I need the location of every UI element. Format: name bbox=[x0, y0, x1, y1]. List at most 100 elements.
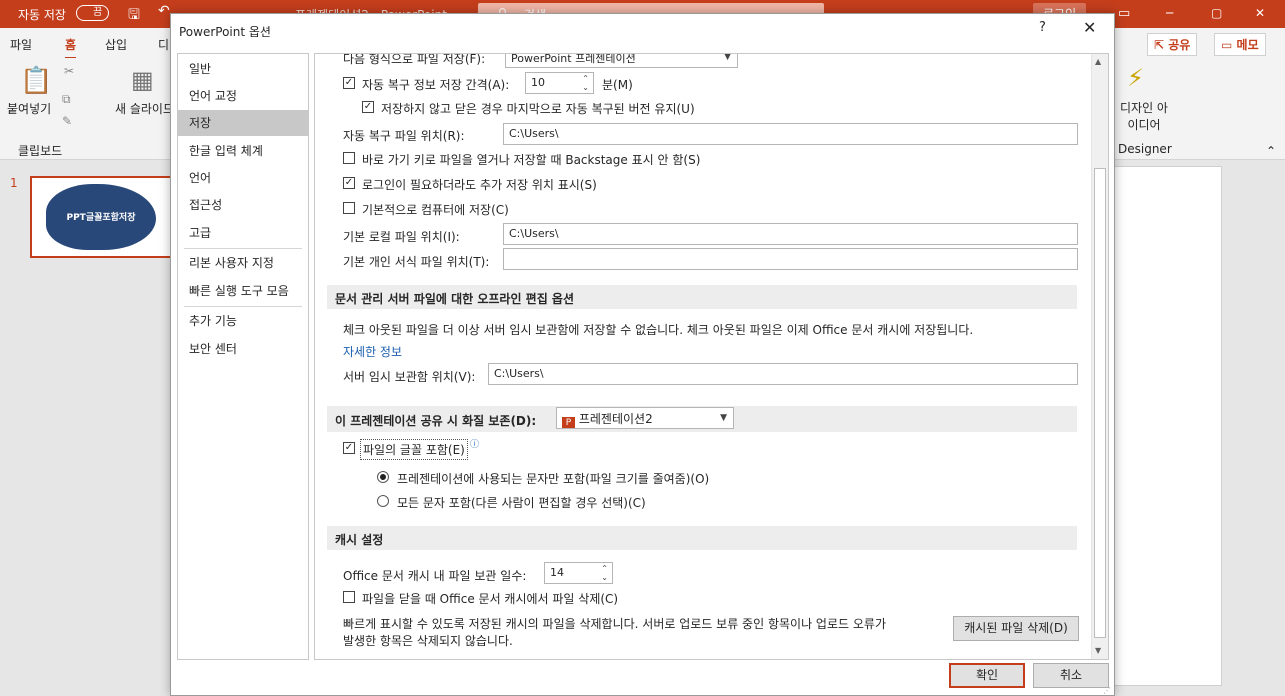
nav-proofing[interactable]: 언어 교정 bbox=[178, 83, 308, 109]
options-scrollbar[interactable]: ▲ ▼ bbox=[1091, 54, 1108, 659]
slide-thumbnail[interactable]: PPT글꼴포함저장 bbox=[30, 176, 172, 258]
nav-general[interactable]: 일반 bbox=[178, 56, 308, 82]
help-button[interactable]: ? bbox=[1039, 20, 1046, 35]
offline-description: 체크 아웃된 파일을 더 이상 서버 임시 보관함에 저장할 수 없습니다. 체… bbox=[343, 323, 974, 337]
undo-icon[interactable]: ↶ bbox=[158, 3, 170, 19]
powerpoint-file-icon: P bbox=[562, 417, 575, 428]
save-format-value: PowerPoint 프레젠테이션 bbox=[511, 53, 636, 65]
options-dialog: PowerPoint 옵션 ? ✕ 일반 언어 교정 저장 한글 입력 체계 언… bbox=[170, 13, 1115, 696]
share-label: 공유 bbox=[1168, 38, 1191, 52]
tab-design[interactable]: 디 bbox=[158, 36, 169, 53]
save-icon[interactable]: 🖫 bbox=[128, 4, 140, 28]
template-location-label: 기본 개인 서식 파일 위치(T): bbox=[343, 255, 490, 269]
new-slide-icon[interactable]: ▦ bbox=[131, 66, 154, 94]
delete-on-close-label: 파일을 닫을 때 Office 문서 캐시에서 파일 삭제(C) bbox=[362, 592, 619, 606]
delete-on-close-checkbox[interactable] bbox=[343, 591, 355, 603]
maximize-icon[interactable]: ▢ bbox=[1211, 6, 1222, 20]
info-icon[interactable]: ⓘ bbox=[470, 437, 479, 450]
cache-days-input[interactable]: 14 ⌃ ⌄ bbox=[544, 562, 613, 584]
template-location-input[interactable] bbox=[503, 248, 1078, 270]
presentation-select[interactable]: P 프레젠테이션2 ▼ bbox=[556, 407, 734, 429]
ribbon-display-icon[interactable]: ▭ bbox=[1118, 6, 1130, 21]
more-info-link[interactable]: 자세한 정보 bbox=[343, 343, 402, 360]
scroll-down-icon[interactable]: ▼ bbox=[1095, 646, 1101, 655]
minutes-label: 분(M) bbox=[602, 78, 633, 92]
comment-icon: ▭ bbox=[1221, 38, 1233, 52]
memo-button[interactable]: ▭ 메모 bbox=[1214, 33, 1266, 56]
close-icon[interactable]: ✕ bbox=[1083, 18, 1096, 37]
keep-last-checkbox[interactable]: ✓ bbox=[362, 101, 374, 113]
nav-language[interactable]: 언어 bbox=[178, 165, 308, 191]
memo-label: 메모 bbox=[1236, 38, 1259, 52]
show-additional-checkbox[interactable]: ✓ bbox=[343, 177, 355, 189]
cache-section-header: 캐시 설정 bbox=[327, 526, 1077, 550]
tab-insert[interactable]: 삽입 bbox=[105, 36, 127, 53]
minimize-icon[interactable]: ─ bbox=[1166, 6, 1173, 20]
copy-icon[interactable]: ⧉ bbox=[62, 92, 71, 107]
nav-customize-ribbon[interactable]: 리본 사용자 지정 bbox=[178, 250, 308, 276]
share-button[interactable]: ⇱ 공유 bbox=[1147, 33, 1198, 56]
cut-icon[interactable]: ✂ bbox=[64, 64, 74, 78]
embed-used-chars-radio[interactable] bbox=[377, 471, 389, 483]
slide-blob-shape: PPT글꼴포함저장 bbox=[46, 184, 156, 250]
fidelity-section-header: 이 프레젠테이션 공유 시 화질 보존(D): bbox=[335, 414, 537, 428]
autorecover-minutes-input[interactable]: 10 ⌃ ⌄ bbox=[525, 72, 594, 94]
nav-save[interactable]: 저장 bbox=[178, 110, 308, 136]
presentation-select-value: 프레젠테이션2 bbox=[578, 412, 653, 426]
autosave-toggle[interactable]: 끔 bbox=[76, 5, 110, 21]
resize-grip-icon[interactable]: ⋰ bbox=[1103, 686, 1111, 695]
scrollbar-thumb[interactable] bbox=[1094, 168, 1106, 638]
scroll-up-icon[interactable]: ▲ bbox=[1095, 57, 1101, 66]
chevron-down-icon: ▼ bbox=[720, 413, 727, 423]
spinner-icon[interactable]: ⌃ ⌄ bbox=[601, 564, 608, 582]
embed-used-chars-label: 프레젠테이션에 사용되는 문자만 포함(파일 크기를 줄여줌)(O) bbox=[397, 472, 710, 486]
nav-quick-access[interactable]: 빠른 실행 도구 모음 bbox=[178, 278, 308, 304]
tab-home[interactable]: 홈 bbox=[65, 36, 77, 59]
clipboard-group-label: 클립보드 bbox=[18, 144, 63, 158]
share-icon: ⇱ bbox=[1154, 38, 1165, 52]
nav-hangul-input[interactable]: 한글 입력 체계 bbox=[178, 138, 308, 164]
paste-label[interactable]: 붙여넣기 bbox=[7, 100, 51, 117]
chevron-down-icon: ▼ bbox=[724, 53, 731, 62]
save-format-label: 다음 형식으로 파일 저장(F): bbox=[343, 53, 486, 66]
slide-text: PPT글꼴포함저장 bbox=[66, 213, 136, 223]
format-painter-icon[interactable]: ✎ bbox=[62, 114, 72, 128]
nav-divider bbox=[184, 306, 302, 307]
save-format-select[interactable]: PowerPoint 프레젠테이션 ▼ bbox=[505, 53, 738, 68]
spinner-icon[interactable]: ⌃ ⌄ bbox=[582, 74, 589, 92]
collapse-ribbon-icon[interactable]: ⌃ bbox=[1266, 144, 1276, 158]
embed-all-chars-radio[interactable] bbox=[377, 495, 389, 507]
cache-description-line1: 빠르게 표시할 수 있도록 저장된 캐시의 파일을 삭제합니다. 서버로 업로드… bbox=[343, 617, 886, 631]
window-close-icon[interactable]: ✕ bbox=[1255, 6, 1265, 20]
save-to-computer-checkbox[interactable] bbox=[343, 202, 355, 214]
embed-fonts-checkbox[interactable]: ✓ bbox=[343, 442, 355, 454]
delete-cached-files-button[interactable]: 캐시된 파일 삭제(D) bbox=[953, 616, 1079, 641]
cache-days-label: Office 문서 캐시 내 파일 보관 일수: bbox=[343, 569, 527, 583]
autorecover-checkbox[interactable]: ✓ bbox=[343, 77, 355, 89]
tab-file[interactable]: 파일 bbox=[10, 36, 32, 53]
nav-advanced[interactable]: 고급 bbox=[178, 220, 308, 246]
autorecover-location-input[interactable]: C:\Users\ bbox=[503, 123, 1078, 145]
drafts-location-input[interactable]: C:\Users\ bbox=[488, 363, 1078, 385]
nav-trust-center[interactable]: 보안 센터 bbox=[178, 336, 308, 362]
cancel-button[interactable]: 취소 bbox=[1033, 663, 1109, 688]
autorecover-location-label: 자동 복구 파일 위치(R): bbox=[343, 129, 465, 143]
paste-icon[interactable]: 📋 bbox=[20, 66, 52, 96]
ok-button[interactable]: 확인 bbox=[949, 663, 1025, 688]
autosave-label: 자동 저장 bbox=[18, 8, 66, 22]
show-additional-label: 로그인이 필요하더라도 추가 저장 위치 표시(S) bbox=[362, 178, 597, 192]
autorecover-label: 자동 복구 정보 저장 간격(A): bbox=[362, 78, 510, 92]
local-location-input[interactable]: C:\Users\ bbox=[503, 223, 1078, 245]
no-backstage-checkbox[interactable] bbox=[343, 152, 355, 164]
embed-fonts-label: 파일의 글꼴 포함(E) bbox=[360, 439, 468, 460]
save-to-computer-label: 기본적으로 컴퓨터에 저장(C) bbox=[362, 203, 509, 217]
design-ideas-icon[interactable]: ⚡ bbox=[1127, 64, 1144, 92]
nav-addins[interactable]: 추가 기능 bbox=[178, 308, 308, 334]
new-slide-label[interactable]: 새 슬라이드 bbox=[115, 100, 174, 117]
design-ideas-label[interactable]: 디자인 아이디어 bbox=[1119, 100, 1169, 134]
slide-number: 1 bbox=[10, 176, 18, 190]
keep-last-label: 저장하지 않고 닫은 경우 마지막으로 자동 복구된 버전 유지(U) bbox=[381, 102, 695, 116]
embed-all-chars-label: 모든 문자 포함(다른 사람이 편집할 경우 선택)(C) bbox=[397, 496, 646, 510]
cache-description-line2: 발생한 항목은 삭제되지 않습니다. bbox=[343, 634, 513, 648]
nav-accessibility[interactable]: 접근성 bbox=[178, 192, 308, 218]
